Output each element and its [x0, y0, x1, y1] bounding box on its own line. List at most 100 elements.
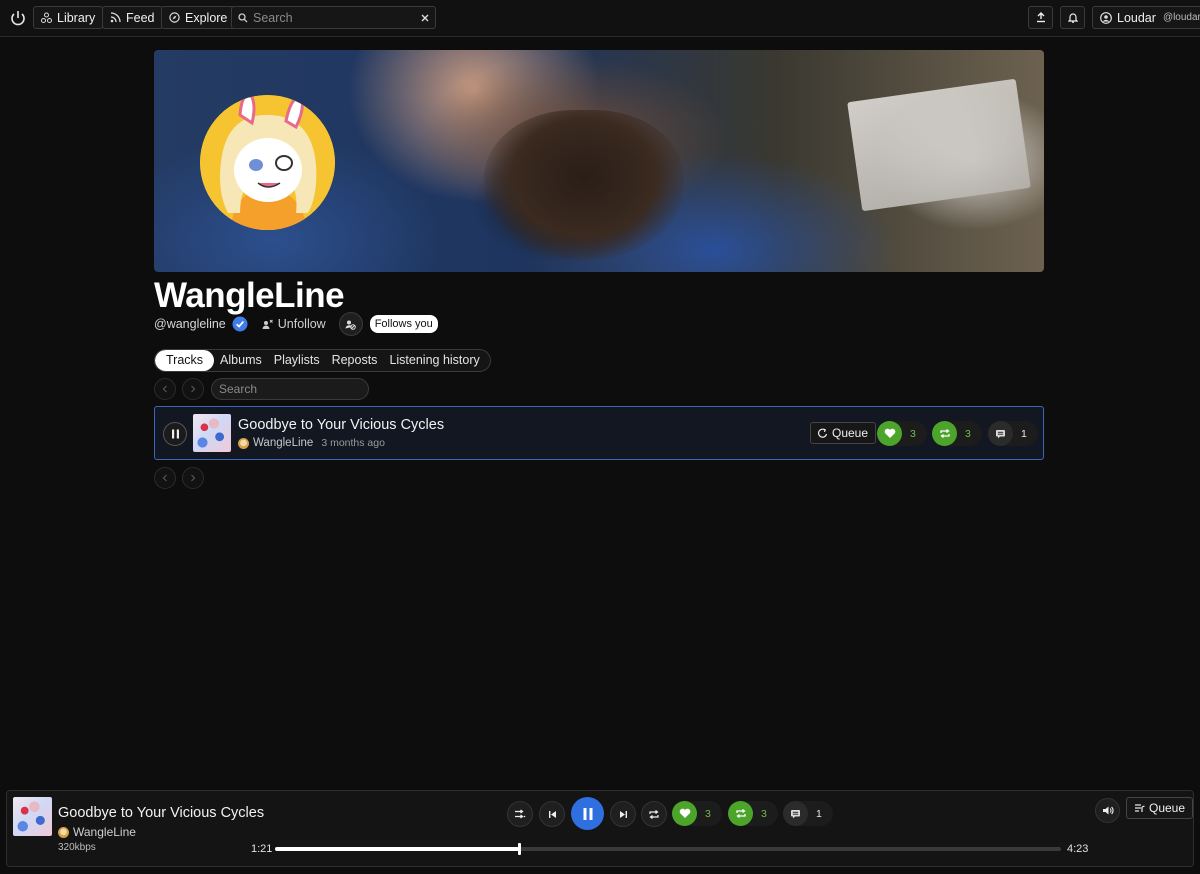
repost-count: 3 [965, 427, 971, 440]
skip-forward-icon [619, 810, 628, 819]
chevron-left-icon [161, 385, 169, 393]
banner-subject-detail [484, 110, 684, 260]
unfollow-label: Unfollow [277, 317, 326, 331]
player-cover-art[interactable] [13, 797, 52, 836]
verified-badge-icon [232, 316, 248, 332]
shuffle-icon [514, 809, 526, 819]
player-like-count: 3 [705, 807, 711, 820]
next-track-button[interactable] [610, 801, 636, 827]
progress-fill [275, 847, 519, 851]
library-icon [41, 12, 52, 23]
queue-list-icon [1134, 803, 1145, 813]
total-time: 4:23 [1067, 843, 1089, 855]
bottom-pagination [154, 467, 204, 489]
upload-icon [1036, 12, 1046, 23]
chevron-right-icon [189, 474, 197, 482]
player-artist-avatar [58, 826, 69, 838]
track-cover-art[interactable] [193, 414, 231, 452]
user-block-icon [345, 319, 357, 330]
volume-button[interactable] [1095, 798, 1120, 823]
tab-playlists[interactable]: Playlists [268, 350, 326, 371]
library-button[interactable]: Library [33, 6, 104, 29]
profile-avatar [200, 95, 335, 230]
track-artist[interactable]: WangleLine [253, 437, 313, 449]
like-button[interactable]: 3 [877, 421, 927, 446]
track-subline: WangleLine 3 months ago [238, 437, 385, 449]
player-comment-count: 1 [816, 807, 822, 820]
like-count: 3 [910, 427, 916, 440]
block-user-button[interactable] [338, 312, 363, 336]
next-page-button[interactable] [182, 378, 204, 400]
previous-page-button-bottom[interactable] [154, 467, 176, 489]
player-bitrate: 320kbps [58, 842, 96, 853]
queue-add-icon [818, 428, 828, 438]
player-repost-button[interactable]: 3 [728, 801, 778, 826]
user-menu-button[interactable]: Loudar @loudar [1092, 6, 1200, 29]
profile-tabs: Tracks Albums Playlists Reposts Listenin… [154, 349, 491, 372]
user-name: Loudar [1117, 10, 1156, 25]
progress-bar[interactable] [275, 843, 1061, 855]
add-to-queue-button[interactable]: Queue [810, 422, 877, 444]
chevron-left-icon [161, 474, 169, 482]
track-pause-button[interactable] [163, 422, 187, 446]
repeat-icon [648, 809, 660, 820]
explore-button[interactable]: Explore [161, 6, 236, 29]
top-navigation-bar: Library Feed Explore Loudar @loudar [0, 0, 1200, 37]
chevron-right-icon [189, 385, 197, 393]
progress-handle[interactable] [517, 843, 521, 855]
tab-reposts[interactable]: Reposts [326, 350, 384, 371]
player-track-title[interactable]: Goodbye to Your Vicious Cycles [58, 805, 264, 821]
heart-icon [672, 801, 697, 826]
global-search-bar [231, 6, 436, 29]
heart-icon [877, 421, 902, 446]
tab-tracks[interactable]: Tracks [155, 350, 215, 371]
volume-icon [1102, 805, 1114, 816]
tab-listening-history[interactable]: Listening history [383, 350, 489, 371]
track-search-input[interactable] [219, 382, 361, 396]
previous-page-button[interactable] [154, 378, 176, 400]
upload-button[interactable] [1028, 6, 1053, 29]
shuffle-button[interactable] [507, 801, 533, 827]
queue-label: Queue [832, 426, 869, 440]
comments-button[interactable]: 1 [988, 421, 1038, 446]
power-icon[interactable] [8, 9, 28, 27]
artist-avatar [238, 437, 249, 449]
track-title[interactable]: Goodbye to Your Vicious Cycles [238, 417, 444, 433]
repeat-button[interactable] [641, 801, 667, 827]
follows-you-badge: Follows you [369, 315, 438, 333]
user-remove-icon [262, 319, 273, 330]
unfollow-button[interactable]: Unfollow [262, 317, 326, 331]
user-avatar-icon [1100, 11, 1112, 24]
track-time-ago: 3 months ago [321, 437, 385, 449]
current-time: 1:21 [251, 843, 273, 855]
notifications-button[interactable] [1060, 6, 1085, 29]
play-pause-button[interactable] [571, 797, 604, 830]
bottom-player-bar: Goodbye to Your Vicious Cycles WangleLin… [6, 790, 1194, 867]
user-handle: @loudar [1162, 12, 1200, 23]
explore-label: Explore [185, 10, 228, 25]
repost-icon [932, 421, 957, 446]
pause-icon [582, 807, 594, 821]
skip-back-icon [548, 810, 557, 819]
feed-button[interactable]: Feed [102, 6, 163, 29]
player-like-button[interactable]: 3 [672, 801, 722, 826]
clear-search-icon[interactable] [421, 14, 429, 22]
previous-track-button[interactable] [539, 801, 565, 827]
rss-icon [110, 12, 121, 23]
bell-icon [1067, 12, 1078, 23]
open-queue-button[interactable]: Queue [1126, 797, 1194, 819]
repost-button[interactable]: 3 [932, 421, 982, 446]
pause-icon [171, 429, 180, 439]
next-page-button-bottom[interactable] [182, 467, 204, 489]
comment-count: 1 [1021, 427, 1027, 440]
track-row[interactable]: Goodbye to Your Vicious Cycles WangleLin… [154, 406, 1044, 460]
player-artist[interactable]: WangleLine [73, 825, 136, 839]
repost-icon [728, 801, 753, 826]
tab-albums[interactable]: Albums [214, 350, 268, 371]
feed-label: Feed [126, 10, 155, 25]
global-search-input[interactable] [253, 10, 416, 25]
player-comments-button[interactable]: 1 [783, 801, 833, 826]
profile-handle: @wangleline [154, 317, 226, 331]
compass-icon [169, 12, 180, 23]
banner-background-detail [847, 78, 1031, 212]
